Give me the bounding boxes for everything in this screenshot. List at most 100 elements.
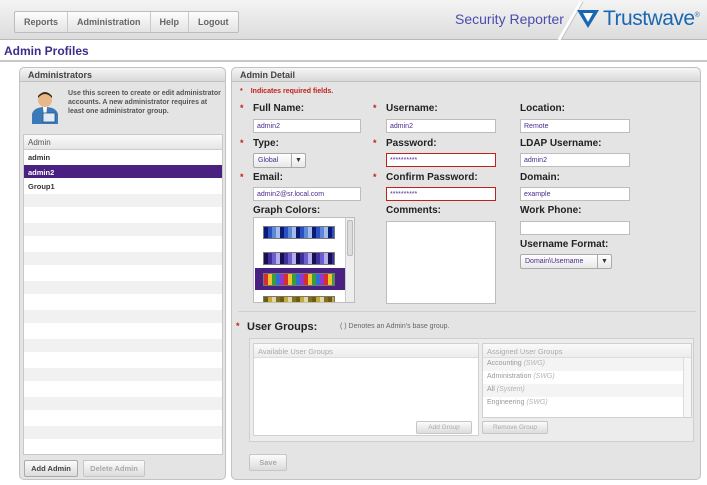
confirm-password-label: Confirm Password:: [386, 172, 478, 183]
username-field[interactable]: admin2: [386, 119, 496, 133]
assigned-group-item[interactable]: Accounting (SWG): [483, 358, 691, 371]
available-user-groups-header: Available User Groups: [254, 344, 478, 358]
email-label: Email:: [253, 172, 284, 183]
graph-colors-list[interactable]: [253, 217, 355, 303]
palette-blue-swatch: [263, 226, 335, 239]
username-label: Username:: [386, 103, 438, 114]
brand-logo-text: Trustwave®: [603, 7, 700, 30]
graph-color-option[interactable]: [255, 222, 347, 242]
email-field[interactable]: admin2@sr.local.com: [253, 187, 361, 201]
graph-color-option[interactable]: [255, 248, 347, 268]
full-name-field[interactable]: admin2: [253, 119, 361, 133]
admin-list-empty-row: [24, 324, 222, 339]
type-select[interactable]: Global ▼: [253, 153, 306, 168]
required-marker: *: [373, 103, 377, 113]
chevron-down-icon[interactable]: ▼: [597, 255, 611, 268]
assigned-group-item[interactable]: Administration (SWG): [483, 371, 691, 384]
assigned-user-groups-list[interactable]: Assigned User Groups Accounting (SWG) Ad…: [482, 343, 692, 418]
type-select-value: Global: [258, 157, 279, 164]
admin-list-empty-row: [24, 338, 222, 353]
admin-list-empty-row: [24, 411, 222, 426]
admin-detail-header: Admin Detail: [232, 68, 700, 82]
user-groups-note: ( ) Denotes an Admin's base group.: [340, 323, 450, 330]
username-format-label: Username Format:: [520, 239, 609, 250]
admin-list-empty-row: [24, 367, 222, 382]
ldap-username-label: LDAP Username:: [520, 138, 602, 149]
section-divider: [238, 311, 696, 312]
admin-list-empty-row: [24, 353, 222, 368]
admin-list-empty-row: [24, 280, 222, 295]
graph-colors-scrollbar[interactable]: [345, 218, 354, 302]
palette-rainbow-swatch: [263, 273, 335, 286]
administrators-header: Administrators: [20, 68, 225, 82]
nav-administration[interactable]: Administration: [68, 12, 151, 32]
administrator-avatar-icon: [28, 90, 62, 124]
ldap-username-field[interactable]: admin2: [520, 153, 630, 167]
admin-list-empty-row: [24, 222, 222, 237]
add-group-button[interactable]: Add Group: [416, 421, 472, 434]
graph-colors-label: Graph Colors:: [253, 205, 321, 216]
palette-purple-swatch: [263, 252, 335, 265]
top-bar: Reports Administration Help Logout Secur…: [0, 0, 707, 40]
admin-list-empty-row: [24, 396, 222, 411]
admin-list-empty-row: [24, 309, 222, 324]
required-marker: *: [240, 138, 244, 148]
assigned-group-item[interactable]: All (System): [483, 384, 691, 397]
admin-list-item-selected[interactable]: admin2: [24, 164, 222, 179]
required-fields-note: * Indicates required fields.: [240, 88, 334, 95]
assigned-user-groups-header: Assigned User Groups: [483, 344, 691, 358]
username-format-value: Domain\Username: [525, 258, 584, 265]
title-divider: [0, 60, 707, 62]
admin-list-empty-row: [24, 382, 222, 397]
nav-reports[interactable]: Reports: [15, 12, 69, 32]
admin-list-empty-row: [24, 251, 222, 266]
admin-list-item[interactable]: Group1: [24, 179, 222, 194]
password-field[interactable]: **********: [386, 153, 496, 167]
user-groups-container: Available User Groups Assigned User Grou…: [249, 338, 694, 442]
graph-color-option[interactable]: [255, 292, 347, 302]
chevron-down-icon[interactable]: ▼: [291, 154, 305, 167]
domain-label: Domain:: [520, 172, 560, 183]
work-phone-field[interactable]: [520, 221, 630, 235]
work-phone-label: Work Phone:: [520, 205, 582, 216]
required-marker: *: [373, 138, 377, 148]
required-marker: *: [240, 103, 244, 113]
comments-textarea[interactable]: [386, 221, 496, 304]
user-groups-label: User Groups:: [247, 321, 318, 333]
remove-group-button[interactable]: Remove Group: [482, 421, 548, 434]
assigned-group-item[interactable]: Engineering (SWG): [483, 397, 691, 410]
location-field[interactable]: Remote: [520, 119, 630, 133]
assigned-groups-scrollbar[interactable]: [683, 358, 691, 417]
type-label: Type:: [253, 138, 279, 149]
admin-list-empty-row: [24, 193, 222, 208]
palette-gold-swatch: [263, 296, 335, 302]
administrators-panel: Administrators Use this screen to create…: [19, 67, 226, 480]
add-admin-button[interactable]: Add Admin: [24, 460, 78, 477]
admin-detail-panel: Admin Detail * Indicates required fields.…: [231, 67, 701, 480]
required-marker: *: [373, 172, 377, 182]
admin-list-header[interactable]: Admin: [24, 135, 222, 150]
full-name-label: Full Name:: [253, 103, 305, 114]
required-marker: *: [236, 321, 240, 331]
required-marker: *: [240, 172, 244, 182]
save-button[interactable]: Save: [249, 454, 287, 471]
domain-field[interactable]: example: [520, 187, 630, 201]
admin-list: Admin admin admin2 Group1: [23, 134, 223, 455]
admin-list-empty-row: [24, 440, 222, 454]
administrators-intro: Use this screen to create or edit admini…: [68, 90, 221, 115]
nav-help[interactable]: Help: [151, 12, 190, 32]
graph-color-option-selected[interactable]: [255, 268, 347, 290]
admin-list-empty-row: [24, 237, 222, 252]
scrollbar-thumb[interactable]: [347, 220, 353, 256]
admin-list-empty-row: [24, 266, 222, 281]
nav-logout[interactable]: Logout: [189, 12, 238, 32]
username-format-select[interactable]: Domain\Username ▼: [520, 254, 612, 269]
comments-label: Comments:: [386, 205, 442, 216]
admin-list-empty-row: [24, 425, 222, 440]
delete-admin-button[interactable]: Delete Admin: [83, 460, 145, 477]
confirm-password-field[interactable]: **********: [386, 187, 496, 201]
admin-list-empty-row: [24, 295, 222, 310]
app-name: Security Reporter: [455, 11, 564, 27]
admin-list-item[interactable]: admin: [24, 150, 222, 165]
trustwave-logo-icon: [577, 10, 599, 28]
